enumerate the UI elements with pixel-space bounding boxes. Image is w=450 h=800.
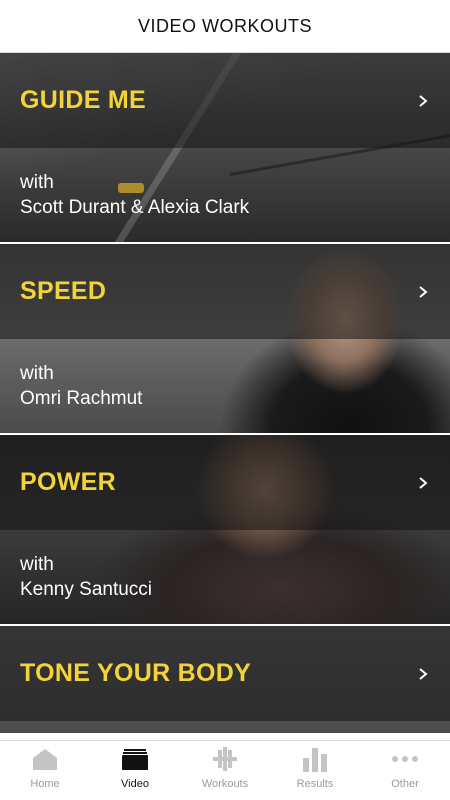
with-label: with bbox=[20, 363, 54, 384]
trainer-info: with Kenny Santucci bbox=[20, 552, 152, 602]
tab-other[interactable]: Other bbox=[360, 741, 450, 800]
tab-label: Results bbox=[296, 778, 334, 790]
card-title-band: POWER bbox=[0, 435, 450, 530]
chevron-right-icon bbox=[419, 94, 428, 107]
bar-chart-icon bbox=[300, 745, 330, 773]
chevron-right-icon bbox=[419, 285, 428, 298]
card-title-band: TONE YOUR BODY bbox=[0, 626, 450, 721]
chevron-right-icon bbox=[419, 667, 428, 680]
workout-title: TONE YOUR BODY bbox=[20, 659, 252, 687]
workout-list[interactable]: GUIDE ME with Scott Durant & Alexia Clar… bbox=[0, 53, 450, 733]
with-label: with bbox=[20, 554, 54, 575]
workout-title: GUIDE ME bbox=[20, 86, 147, 114]
with-label: with bbox=[20, 172, 54, 193]
workout-card-power[interactable]: POWER with Kenny Santucci bbox=[0, 435, 450, 626]
header: VIDEO WORKOUTS bbox=[0, 0, 450, 53]
card-title-band: GUIDE ME bbox=[0, 53, 450, 148]
home-icon bbox=[30, 745, 60, 773]
workout-card-guide-me[interactable]: GUIDE ME with Scott Durant & Alexia Clar… bbox=[0, 53, 450, 244]
tab-results[interactable]: Results bbox=[270, 741, 360, 800]
tab-label: Workouts bbox=[201, 778, 249, 790]
video-icon bbox=[120, 745, 150, 773]
tab-label: Home bbox=[30, 778, 60, 790]
tab-home[interactable]: Home bbox=[0, 741, 90, 800]
workout-title: SPEED bbox=[20, 277, 107, 305]
more-icon bbox=[390, 745, 420, 773]
trainer-info: with Omri Rachmut bbox=[20, 361, 142, 411]
tab-video[interactable]: Video bbox=[90, 741, 180, 800]
trainer-name: Scott Durant & Alexia Clark bbox=[20, 197, 250, 218]
card-title-band: SPEED bbox=[0, 244, 450, 339]
tab-label: Video bbox=[121, 778, 149, 790]
workout-title: POWER bbox=[20, 468, 116, 496]
workout-card-speed[interactable]: SPEED with Omri Rachmut bbox=[0, 244, 450, 435]
page-title: VIDEO WORKOUTS bbox=[137, 15, 312, 36]
trainer-name: Kenny Santucci bbox=[20, 579, 153, 600]
tab-bar: Home Video Workouts Results Other bbox=[0, 740, 450, 800]
tab-label: Other bbox=[391, 778, 419, 790]
trainer-name: Omri Rachmut bbox=[20, 388, 143, 409]
chevron-right-icon bbox=[419, 476, 428, 489]
tab-workouts[interactable]: Workouts bbox=[180, 741, 270, 800]
trainer-info: with Scott Durant & Alexia Clark bbox=[20, 170, 249, 220]
workout-card-tone-your-body[interactable]: TONE YOUR BODY bbox=[0, 626, 450, 733]
dumbbell-icon bbox=[210, 745, 240, 773]
